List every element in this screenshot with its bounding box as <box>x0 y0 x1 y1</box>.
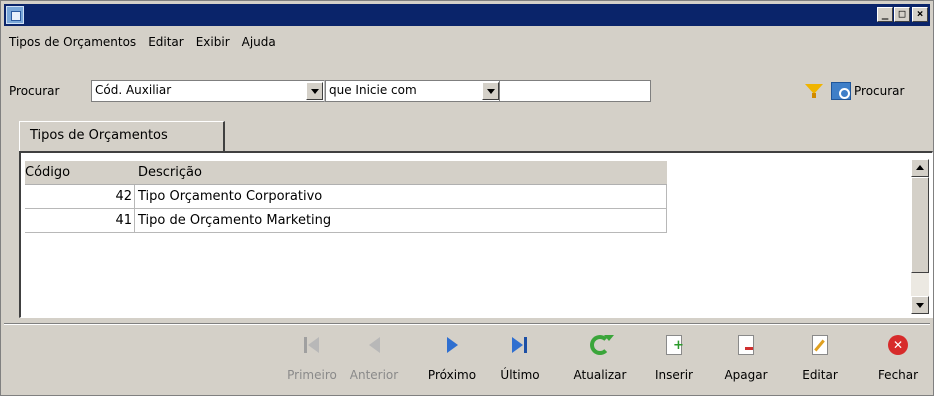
title-bar[interactable]: _ □ × <box>4 4 930 26</box>
last-button[interactable]: Último <box>485 335 555 391</box>
menu-tipos-de-orcamentos[interactable]: Tipos de Orçamentos <box>9 35 148 55</box>
first-label: Primeiro <box>287 368 337 382</box>
column-header-descricao[interactable]: Descrição <box>138 165 202 180</box>
grid-panel: Código Descrição 42 Tipo Orçamento Corpo… <box>19 151 933 318</box>
search-input[interactable] <box>499 80 651 102</box>
edit-document-icon <box>812 335 828 355</box>
main-window: _ □ × Tipos de Orçamentos Editar Exibir … <box>0 0 934 396</box>
search-label: Procurar <box>9 84 60 98</box>
toolbar-separator <box>4 323 930 325</box>
first-button[interactable]: Primeiro <box>277 335 347 391</box>
close-button[interactable]: Fechar <box>863 335 933 391</box>
next-label: Próximo <box>427 368 477 382</box>
table-row[interactable]: 41 Tipo de Orçamento Marketing <box>25 209 667 233</box>
delete-button[interactable]: Apagar <box>711 335 781 391</box>
arrow-right-icon <box>442 335 462 355</box>
skip-first-icon <box>302 335 322 355</box>
menu-exibir[interactable]: Exibir <box>196 35 242 55</box>
skip-last-icon <box>510 335 530 355</box>
close-icon <box>888 335 908 355</box>
search-button-label: Procurar <box>854 84 905 98</box>
menu-bar: Tipos de Orçamentos Editar Exibir Ajuda <box>9 35 288 55</box>
filter-icon[interactable] <box>805 84 823 98</box>
maximize-button[interactable]: □ <box>894 7 910 22</box>
tab-label: Tipos de Orçamentos <box>30 128 168 143</box>
add-document-icon <box>666 335 684 355</box>
scroll-thumb[interactable] <box>911 177 929 273</box>
scroll-down-icon[interactable] <box>911 296 929 314</box>
search-field-select[interactable]: Cód. Auxiliar <box>91 80 325 102</box>
cell-descricao: Tipo de Orçamento Marketing <box>138 213 332 228</box>
refresh-button[interactable]: Atualizar <box>565 335 635 391</box>
search-operator-select[interactable]: que Inicie com <box>325 80 501 102</box>
grid-header: Código Descrição <box>25 161 667 185</box>
cell-codigo: 42 <box>25 185 135 208</box>
insert-button[interactable]: Inserir <box>639 335 709 391</box>
chevron-down-icon[interactable] <box>306 82 323 100</box>
search-field-value: Cód. Auxiliar <box>95 83 172 97</box>
refresh-label: Atualizar <box>573 368 627 382</box>
minimize-button[interactable]: _ <box>877 7 893 22</box>
chevron-down-icon[interactable] <box>482 82 499 100</box>
edit-button[interactable]: Editar <box>785 335 855 391</box>
previous-label: Anterior <box>349 368 399 382</box>
scroll-up-icon[interactable] <box>911 159 929 177</box>
bottom-toolbar: Primeiro Anterior Próximo Último Atualiz… <box>1 329 934 393</box>
vertical-scrollbar[interactable] <box>911 159 929 314</box>
edit-label: Editar <box>802 368 838 382</box>
arrow-left-icon <box>364 335 384 355</box>
refresh-icon <box>590 335 614 355</box>
menu-ajuda[interactable]: Ajuda <box>242 35 288 55</box>
table-row[interactable]: 42 Tipo Orçamento Corporativo <box>25 185 667 209</box>
previous-button[interactable]: Anterior <box>339 335 409 391</box>
search-button[interactable]: Procurar <box>831 80 904 102</box>
close-label: Fechar <box>877 368 919 382</box>
data-grid: Código Descrição 42 Tipo Orçamento Corpo… <box>25 161 667 233</box>
delete-label: Apagar <box>724 368 768 382</box>
cell-codigo: 41 <box>25 209 135 232</box>
last-label: Último <box>500 368 540 382</box>
menu-editar[interactable]: Editar <box>148 35 196 55</box>
search-operator-value: que Inicie com <box>329 83 417 97</box>
search-row: Procurar Cód. Auxiliar que Inicie com Pr… <box>9 80 929 104</box>
cell-descricao: Tipo Orçamento Corporativo <box>138 189 323 204</box>
column-header-codigo[interactable]: Código <box>25 165 70 180</box>
app-icon[interactable] <box>6 6 24 24</box>
close-window-button[interactable]: × <box>912 7 928 22</box>
next-button[interactable]: Próximo <box>417 335 487 391</box>
tab-tipos-de-orcamentos[interactable]: Tipos de Orçamentos <box>19 121 225 151</box>
insert-label: Inserir <box>655 368 693 382</box>
magnifier-icon <box>831 82 851 100</box>
delete-document-icon <box>738 335 754 355</box>
